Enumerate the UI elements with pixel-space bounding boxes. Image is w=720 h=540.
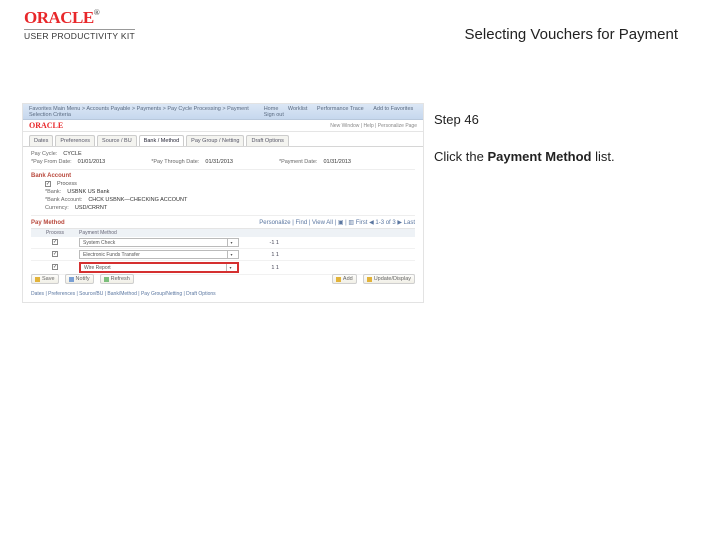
bank-label: *Bank: [45,189,61,195]
tab-source-bu[interactable]: Source / BU [97,135,137,146]
pmtdate-label: *Payment Date: [279,159,318,165]
refresh-label: Refresh [111,276,130,282]
payment-method-list[interactable]: Electronic Funds Transfer ▾ [79,250,239,259]
payfrom-value: 01/01/2013 [78,159,106,165]
payment-method-value: System Check [83,240,115,246]
app-header-bar: Favorites Main Menu > Accounts Payable >… [23,104,423,120]
registered-mark: ® [94,8,99,17]
save-icon [35,277,40,282]
instr-target: Payment Method [487,149,591,164]
breadcrumb: Favorites Main Menu > Accounts Payable >… [29,106,256,117]
refresh-icon [104,277,109,282]
perf-link[interactable]: Performance Trace [317,106,364,112]
pmtdate-value: 01/31/2013 [323,159,351,165]
add-label: Add [343,276,353,282]
chevron-down-icon[interactable]: ▾ [227,251,235,258]
paythru-value: 01/31/2013 [205,159,233,165]
table-row: System Check ▾ -1 1 [31,237,415,249]
embedded-screenshot: Favorites Main Menu > Accounts Payable >… [22,103,424,303]
update-label: Update/Display [374,276,411,282]
tab-bar: DatesPreferencesSource / BUBank / Method… [23,132,423,147]
col-method: Payment Method [79,230,239,236]
paymethod-section-title: Pay Method [31,220,65,226]
payment-method-value: Electronic Funds Transfer [83,252,140,258]
notify-label: Notify [76,276,90,282]
add-button[interactable]: Add [332,274,357,284]
instr-pre: Click the [434,149,487,164]
chevron-down-icon[interactable]: ▾ [226,264,234,271]
bank-process-label: Process [57,181,77,187]
payment-method-list[interactable]: Wire Report ▾ [79,262,239,273]
form-footer: Save Notify Refresh Add Update/Display [31,274,415,284]
currency-value: USD/CRRNT [75,205,107,211]
table-row: Wire Report ▾ 1 1 [31,261,415,275]
instruction-panel: Step 46 Click the Payment Method list. [434,112,615,164]
footer-tab-links[interactable]: Dates | Preferences | Source/BU | Bank/M… [31,291,216,297]
app-brand-row: ORACLE New Window | Help | Personalize P… [23,120,423,132]
kit-subtitle: USER PRODUCTIVITY KIT [24,29,135,41]
tab-draft-options[interactable]: Draft Options [246,135,288,146]
table-row: Electronic Funds Transfer ▾ 1 1 [31,249,415,261]
bankacct-value: CHCK USBNK—CHECKING ACCOUNT [88,197,187,203]
update-icon [367,277,372,282]
process-checkbox[interactable] [52,264,58,270]
addfav-link[interactable]: Add to Favorites [373,106,413,112]
tab-preferences[interactable]: Preferences [55,135,95,146]
process-checkbox[interactable] [52,251,58,257]
oracle-logo: ORACLE® [24,8,99,27]
header-links: Home Worklist Performance Trace Add to F… [256,106,417,117]
payfrom-label: *Pay From Date: [31,159,72,165]
tab-pay-group-netting[interactable]: Pay Group / Netting [186,135,244,146]
save-button[interactable]: Save [31,274,59,284]
add-icon [336,277,341,282]
bankacct-label: *Bank Account: [45,197,82,203]
table-header-row: Process Payment Method [31,229,415,237]
grid-toolbar[interactable]: Personalize | Find | View All | ▣ | ▥ Fi… [259,219,415,226]
page-tools[interactable]: New Window | Help | Personalize Page [330,123,417,129]
step-number: Step 46 [434,112,615,127]
step-instruction: Click the Payment Method list. [434,149,615,164]
paycycle-label: Pay Cycle: [31,151,57,157]
col-process: Process [31,230,79,236]
worklist-link[interactable]: Worklist [288,106,307,112]
row-counter: 1 1 [239,265,279,271]
process-checkbox[interactable] [52,239,58,245]
app-oracle-logo: ORACLE [29,121,63,130]
bank-section-title: Bank Account [31,169,415,179]
oracle-logo-text: ORACLE [24,8,94,27]
paycycle-value: CYCLE [63,151,81,157]
currency-label: Currency: [45,205,69,211]
payment-method-list[interactable]: System Check ▾ [79,238,239,247]
notify-icon [69,277,74,282]
save-label: Save [42,276,55,282]
paymethod-table: Process Payment Method System Check ▾ -1 1… [31,228,415,275]
bank-value: USBNK US Bank [67,189,109,195]
doc-brand-block: ORACLE® USER PRODUCTIVITY KIT [24,8,135,41]
bank-process-checkbox[interactable] [45,181,51,187]
paythru-label: *Pay Through Date: [151,159,199,165]
update-display-button[interactable]: Update/Display [363,274,415,284]
instr-post: list. [591,149,614,164]
notify-button[interactable]: Notify [65,274,94,284]
signout-link[interactable]: Sign out [264,112,284,118]
tab-bank-method[interactable]: Bank / Method [139,135,184,146]
row-counter: -1 1 [239,240,279,246]
tab-dates[interactable]: Dates [29,135,53,146]
payment-method-value: Wire Report [84,265,111,271]
doc-title: Selecting Vouchers for Payment [465,26,678,43]
row-counter: 1 1 [239,252,279,258]
chevron-down-icon[interactable]: ▾ [227,239,235,246]
refresh-button[interactable]: Refresh [100,274,134,284]
form-body: Pay Cycle: CYCLE *Pay From Date: 01/01/2… [23,147,423,279]
